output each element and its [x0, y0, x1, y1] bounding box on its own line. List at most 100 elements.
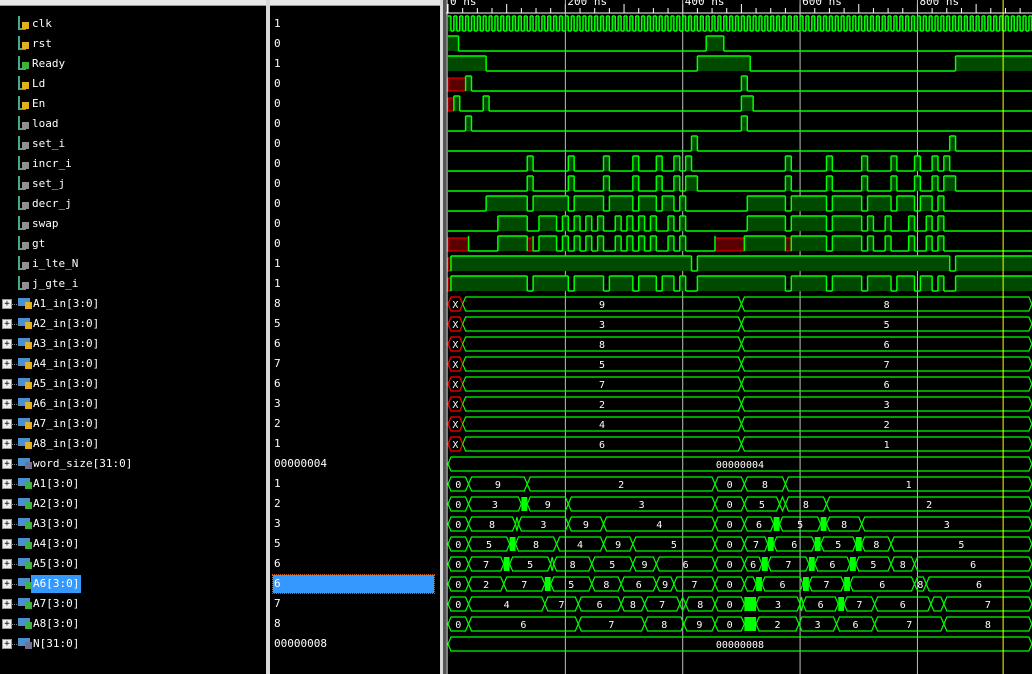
- signal-value-row[interactable]: 1: [270, 435, 440, 453]
- high-fill: [955, 276, 1032, 291]
- signal-row-a1_in[interactable]: + A1_in[3:0]: [0, 295, 266, 313]
- signal-value-row[interactable]: 5: [270, 535, 440, 553]
- signal-value-row[interactable]: 2: [270, 495, 440, 513]
- signal-row-i_lte_n[interactable]: i_lte_N: [0, 255, 266, 273]
- waveform-ld: [447, 75, 1032, 92]
- signal-row-ready[interactable]: Ready: [0, 55, 266, 73]
- high-fill: [638, 236, 645, 251]
- value-column-header[interactable]: [270, 0, 440, 6]
- signal-row-set_j[interactable]: set_j: [0, 175, 266, 193]
- signal-row-swap[interactable]: swap: [0, 215, 266, 233]
- signal-value-row[interactable]: 5: [270, 315, 440, 333]
- high-fill: [937, 196, 944, 211]
- signal-name: incr_i: [32, 157, 72, 170]
- signal-row-clk[interactable]: clk: [0, 15, 266, 33]
- signal-value-row[interactable]: 0: [270, 175, 440, 193]
- signal-row-n[interactable]: + N[31:0]: [0, 635, 266, 653]
- signal-value-row[interactable]: 2: [270, 415, 440, 433]
- high-fill: [896, 196, 915, 211]
- signal-value-row[interactable]: 0: [270, 75, 440, 93]
- bus-value-label: 0: [455, 540, 461, 551]
- bus-value-label: 0: [455, 620, 461, 631]
- signal-row-word_size[interactable]: + word_size[31:0]: [0, 455, 266, 473]
- signal-value-row[interactable]: 00000004: [270, 455, 440, 473]
- signal-row-a1[interactable]: + A1[3:0]: [0, 475, 266, 493]
- glitch-block: [838, 597, 845, 611]
- high-fill: [826, 156, 833, 171]
- high-fill: [832, 236, 862, 251]
- signal-row-load[interactable]: load: [0, 115, 266, 133]
- waveform-clk: [448, 15, 1032, 32]
- high-fill: [697, 276, 786, 291]
- high-fill: [673, 176, 680, 191]
- signal-value-row[interactable]: 0: [270, 215, 440, 233]
- signal-value-row[interactable]: 0: [270, 155, 440, 173]
- signal-row-a7_in[interactable]: + A7_in[3:0]: [0, 415, 266, 433]
- signal-row-incr_i[interactable]: incr_i: [0, 155, 266, 173]
- signal-value-row[interactable]: 8: [270, 295, 440, 313]
- signal-value-row[interactable]: 8: [270, 615, 440, 633]
- waveform-canvas[interactable]: 0 ns 200 ns 400 ns 600 ns 800 nsX 9 8X 3 5X 8 6X 5 7…: [446, 0, 1032, 674]
- signal-row-a8_in[interactable]: + A8_in[3:0]: [0, 435, 266, 453]
- high-fill: [937, 276, 944, 291]
- signal-row-a3[interactable]: + A3[3:0]: [0, 515, 266, 533]
- signal-row-rst[interactable]: rst: [0, 35, 266, 53]
- tree-connector: [11, 544, 17, 545]
- signal-row-a3_in[interactable]: + A3_in[3:0]: [0, 335, 266, 353]
- signal-value-row[interactable]: 1: [270, 475, 440, 493]
- signal-value-row[interactable]: 6: [270, 555, 440, 573]
- name-column-header[interactable]: [0, 0, 266, 6]
- signal-value-row[interactable]: 0: [270, 235, 440, 253]
- signal-value-row[interactable]: 0: [270, 115, 440, 133]
- signal-row-a2[interactable]: + A2[3:0]: [0, 495, 266, 513]
- signal-row-a2_in[interactable]: + A2_in[3:0]: [0, 315, 266, 333]
- signal-row-ld[interactable]: Ld: [0, 75, 266, 93]
- signal-row-decr_j[interactable]: decr_j: [0, 195, 266, 213]
- glitch-block: [808, 557, 815, 571]
- signal-value-row[interactable]: 0: [270, 35, 440, 53]
- signal-name: load: [32, 117, 59, 130]
- signal-row-a4_in[interactable]: + A4_in[3:0]: [0, 355, 266, 373]
- high-fill: [891, 176, 897, 191]
- signal-value-row[interactable]: 00000008: [270, 635, 440, 653]
- bus-value-label: 8: [803, 500, 809, 511]
- waveform-a2: 0 3 9 3 0 5 8 2: [447, 495, 1032, 513]
- signal-row-a4[interactable]: + A4[3:0]: [0, 535, 266, 553]
- tree-connector: [11, 304, 17, 305]
- glitch-block: [849, 557, 856, 571]
- signal-row-en[interactable]: En: [0, 95, 266, 113]
- high-fill: [747, 216, 786, 231]
- signal-value-row[interactable]: 1: [270, 255, 440, 273]
- bus-value-label: 5: [599, 360, 605, 371]
- high-fill: [568, 176, 575, 191]
- signal-value-row[interactable]: 6: [270, 335, 440, 353]
- signal-value: 8: [274, 297, 281, 310]
- signal-row-a8[interactable]: + A8[3:0]: [0, 615, 266, 633]
- signal-row-a7[interactable]: + A7[3:0]: [0, 595, 266, 613]
- signal-value-row[interactable]: 0: [270, 95, 440, 113]
- signal-value-row[interactable]: 0: [270, 135, 440, 153]
- signal-row-a6_in[interactable]: + A6_in[3:0]: [0, 395, 266, 413]
- signal-row-a6[interactable]: + A6[3:0]: [0, 575, 266, 593]
- signal-value-row[interactable]: 3: [270, 395, 440, 413]
- signal-row-j_gte_i[interactable]: j_gte_i: [0, 275, 266, 293]
- signal-value-row[interactable]: 3: [270, 515, 440, 533]
- signal-value-row[interactable]: 0: [270, 195, 440, 213]
- bus-value-label: 5: [759, 500, 765, 511]
- signal-row-gt[interactable]: gt: [0, 235, 266, 253]
- signal-value-row[interactable]: 1: [270, 275, 440, 293]
- high-fill: [453, 96, 460, 111]
- signal-value-row[interactable]: 1: [270, 55, 440, 73]
- glitch-block: [544, 577, 551, 591]
- tree-connector: [11, 384, 17, 385]
- high-fill: [937, 216, 944, 231]
- signal-row-set_i[interactable]: set_i: [0, 135, 266, 153]
- signal-row-a5_in[interactable]: + A5_in[3:0]: [0, 375, 266, 393]
- signal-row-a5[interactable]: + A5[3:0]: [0, 555, 266, 573]
- signal-value-row[interactable]: 7: [270, 355, 440, 373]
- signal-value-row[interactable]: 7: [270, 595, 440, 613]
- high-fill: [943, 176, 956, 191]
- signal-value-row[interactable]: 1: [270, 15, 440, 33]
- signal-value-row[interactable]: 6: [270, 574, 440, 594]
- signal-value-row[interactable]: 6: [270, 375, 440, 393]
